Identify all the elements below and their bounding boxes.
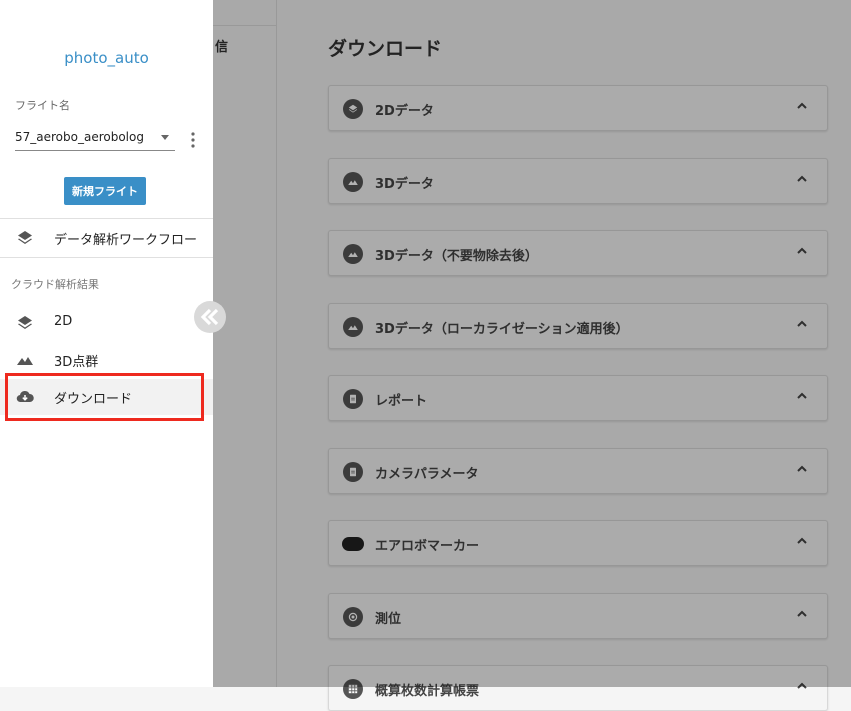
layers-icon (15, 313, 35, 333)
nav-item-2d[interactable]: 2D (0, 305, 213, 341)
dropdown-arrow-icon (161, 135, 169, 140)
flight-select-value: 57_aerobo_aerobolog (15, 130, 144, 144)
nav-item-label: データ解析ワークフロー (54, 233, 198, 248)
new-flight-button[interactable]: 新規フライト (64, 177, 146, 205)
double-chevron-left-icon (200, 308, 219, 326)
layers-icon (15, 228, 35, 248)
nav-item-workflow[interactable]: データ解析ワークフロー (0, 220, 213, 256)
flight-name-label: フライト名 (15, 99, 70, 112)
flight-select[interactable]: 57_aerobo_aerobolog (15, 124, 175, 151)
more-options-icon[interactable] (186, 131, 200, 149)
nav-item-label: 3D点群 (54, 355, 99, 370)
project-name[interactable]: photo_auto (0, 49, 213, 67)
side-drawer: photo_auto フライト名 57_aerobo_aerobolog 新規フ… (0, 0, 213, 687)
highlight-box (5, 373, 204, 421)
drawer-divider (0, 257, 213, 258)
cloud-results-section-label: クラウド解析結果 (11, 278, 99, 291)
collapse-drawer-button[interactable] (194, 301, 226, 333)
nav-item-label: 2D (54, 314, 73, 329)
terrain-icon (15, 350, 35, 370)
drawer-backdrop[interactable] (213, 0, 851, 687)
drawer-divider (0, 218, 213, 219)
